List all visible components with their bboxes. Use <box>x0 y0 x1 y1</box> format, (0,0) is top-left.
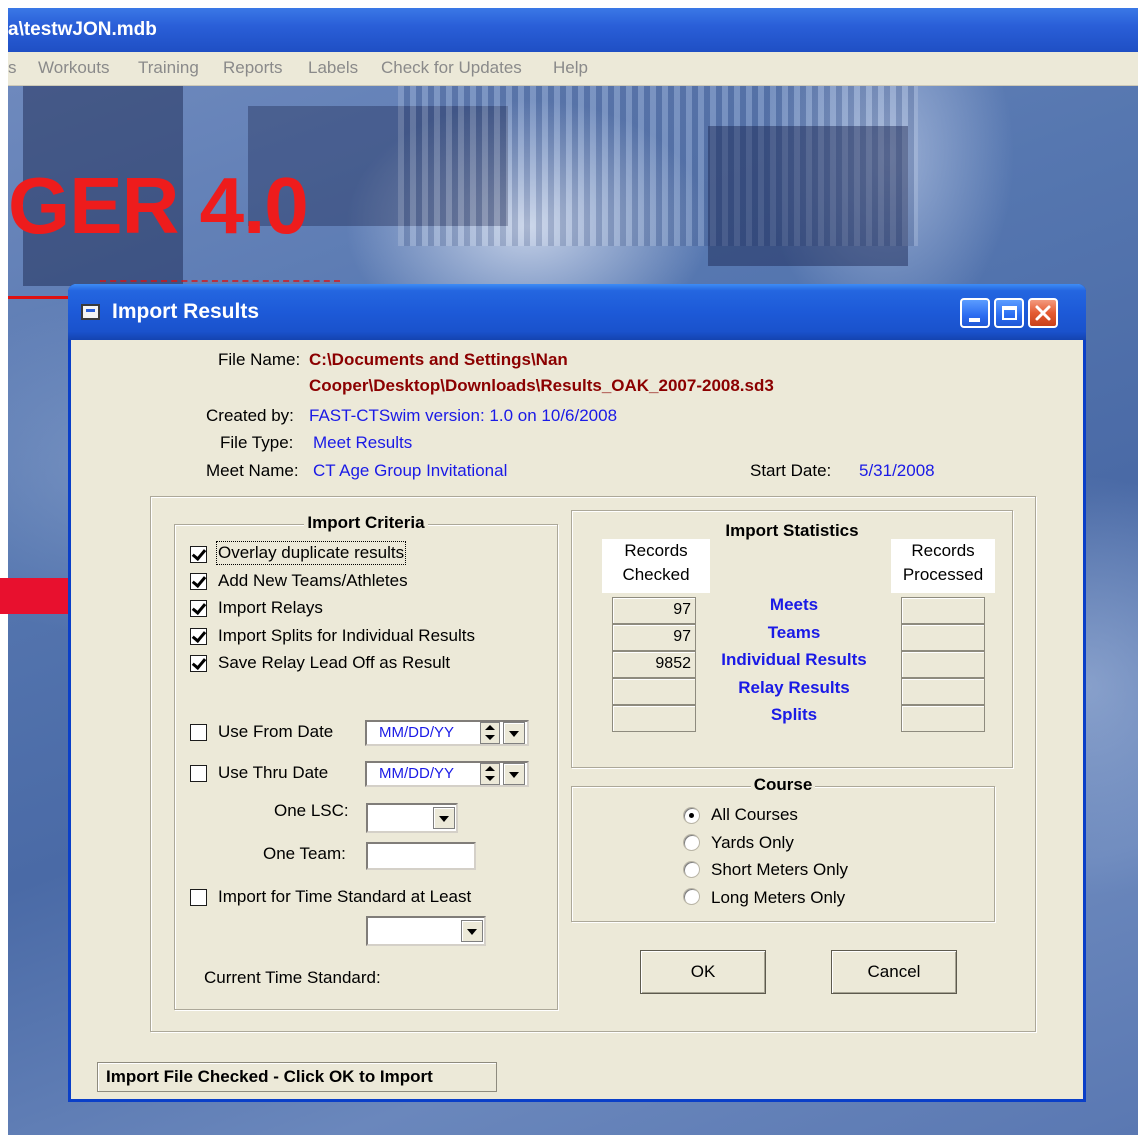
short-meters-radio[interactable] <box>683 861 700 878</box>
app-menubar: s Workouts Training Reports Labels Check… <box>8 52 1138 86</box>
add-new-teams-label[interactable]: Add New Teams/Athletes <box>218 571 408 591</box>
long-meters-label[interactable]: Long Meters Only <box>711 888 845 908</box>
close-button[interactable] <box>1028 298 1058 328</box>
time-standard-label[interactable]: Import for Time Standard at Least <box>218 887 471 907</box>
records-processed-header-line2: Processed <box>902 565 984 584</box>
cancel-button[interactable]: Cancel <box>831 950 957 994</box>
save-relay-leadoff-label[interactable]: Save Relay Lead Off as Result <box>218 653 450 673</box>
status-text: Import File Checked - Click OK to Import <box>106 1067 433 1086</box>
close-icon <box>1035 305 1051 321</box>
dialog-body: File Name: C:\Documents and Settings\Nan… <box>80 340 1075 1092</box>
meet-name-label: Meet Name: <box>206 461 299 480</box>
teams-stat-label: Teams <box>767 623 821 642</box>
time-standard-checkbox[interactable] <box>190 889 207 906</box>
time-standard-dropdown-button[interactable] <box>461 920 483 942</box>
records-checked-header-line2: Checked <box>622 565 690 584</box>
menu-item-training[interactable]: Training <box>138 58 199 78</box>
individual-results-stat-label: Individual Results <box>721 650 867 669</box>
short-meters-label[interactable]: Short Meters Only <box>711 860 848 880</box>
maximize-icon <box>1002 306 1017 320</box>
maximize-button[interactable] <box>994 298 1024 328</box>
splits-checked-cell <box>612 705 696 732</box>
one-lsc-label: One LSC: <box>274 801 349 820</box>
import-results-dialog: Import Results File Name: C:\Documents a… <box>68 284 1086 1102</box>
one-team-input[interactable] <box>366 842 476 870</box>
from-date-value: MM/DD/YY <box>379 724 454 741</box>
meets-checked-cell: 97 <box>612 597 696 624</box>
thru-date-value: MM/DD/YY <box>379 765 454 782</box>
yards-only-label[interactable]: Yards Only <box>711 833 794 853</box>
start-date-value: 5/31/2008 <box>859 461 935 480</box>
records-checked-header-line1: Records <box>624 541 688 560</box>
meets-processed-cell <box>901 597 985 624</box>
minimize-icon <box>969 318 980 322</box>
import-relays-label[interactable]: Import Relays <box>218 598 323 618</box>
dialog-title: Import Results <box>112 300 260 323</box>
banner-script-line <box>100 262 340 282</box>
thru-date-dropdown-button[interactable] <box>503 763 525 785</box>
created-by-value: FAST-CTSwim version: 1.0 on 10/6/2008 <box>309 406 618 425</box>
from-date-dropdown-button[interactable] <box>503 722 525 744</box>
import-splits-checkbox[interactable] <box>190 628 207 645</box>
use-thru-date-label[interactable]: Use Thru Date <box>218 763 328 783</box>
app-title: a\testwJON.mdb <box>8 19 157 40</box>
meets-stat-label: Meets <box>769 595 819 614</box>
use-from-date-label[interactable]: Use From Date <box>218 722 333 742</box>
teams-checked-cell: 97 <box>612 624 696 651</box>
overlay-duplicates-label[interactable]: Overlay duplicate results <box>215 541 407 565</box>
individual-results-processed-cell <box>901 651 985 678</box>
thru-date-spinner[interactable] <box>480 763 500 785</box>
import-relays-checkbox[interactable] <box>190 600 207 617</box>
current-time-standard-label: Current Time Standard: <box>204 968 381 987</box>
all-courses-label[interactable]: All Courses <box>711 805 798 825</box>
use-from-date-checkbox[interactable] <box>190 724 207 741</box>
file-name-value-line1: C:\Documents and Settings\Nan <box>309 350 568 369</box>
one-lsc-dropdown-button[interactable] <box>433 807 455 829</box>
import-splits-label[interactable]: Import Splits for Individual Results <box>218 626 475 646</box>
one-team-label: One Team: <box>263 844 346 863</box>
long-meters-radio[interactable] <box>683 888 700 905</box>
relay-results-checked-cell <box>612 678 696 705</box>
menu-item-workouts[interactable]: Workouts <box>38 58 110 78</box>
from-date-spinner[interactable] <box>480 722 500 744</box>
splits-stat-label: Splits <box>770 705 818 724</box>
menu-item-help[interactable]: Help <box>553 58 588 78</box>
dialog-titlebar[interactable]: Import Results <box>68 284 1086 340</box>
import-statistics-title-wrap: Import Statistics <box>572 521 1012 541</box>
menu-item-labels[interactable]: Labels <box>308 58 358 78</box>
overlay-duplicates-checkbox[interactable] <box>190 546 207 563</box>
records-processed-header-line1: Records <box>911 541 975 560</box>
add-new-teams-checkbox[interactable] <box>190 573 207 590</box>
ok-button[interactable]: OK <box>640 950 766 994</box>
all-courses-radio[interactable] <box>683 807 700 824</box>
save-relay-leadoff-checkbox[interactable] <box>190 655 207 672</box>
app-titlebar: a\testwJON.mdb <box>8 8 1138 52</box>
meet-name-value: CT Age Group Invitational <box>313 461 508 480</box>
menu-item-check-updates[interactable]: Check for Updates <box>381 58 522 78</box>
status-bar: Import File Checked - Click OK to Import <box>97 1062 497 1092</box>
minimize-button[interactable] <box>960 298 990 328</box>
file-type-value: Meet Results <box>313 433 413 452</box>
background-shape <box>708 126 908 266</box>
menu-item-reports[interactable]: Reports <box>223 58 283 78</box>
records-processed-header: Records Processed <box>891 539 995 593</box>
import-statistics-title: Import Statistics <box>722 521 862 540</box>
records-checked-header: Records Checked <box>602 539 710 593</box>
file-name-label: File Name: <box>218 350 301 369</box>
menu-item-partial[interactable]: s <box>8 58 17 78</box>
file-type-label: File Type: <box>220 433 294 452</box>
use-thru-date-checkbox[interactable] <box>190 765 207 782</box>
app-banner-title: GER 4.0 <box>8 161 309 250</box>
splits-processed-cell <box>901 705 985 732</box>
individual-results-checked-cell: 9852 <box>612 651 696 678</box>
yards-only-radio[interactable] <box>683 834 700 851</box>
created-by-label: Created by: <box>206 406 294 425</box>
file-name-value-line2: Cooper\Desktop\Downloads\Results_OAK_200… <box>309 376 774 395</box>
start-date-label: Start Date: <box>750 461 832 480</box>
window-icon <box>81 304 100 320</box>
relay-results-stat-label: Relay Results <box>738 678 850 697</box>
teams-processed-cell <box>901 624 985 651</box>
relay-results-processed-cell <box>901 678 985 705</box>
